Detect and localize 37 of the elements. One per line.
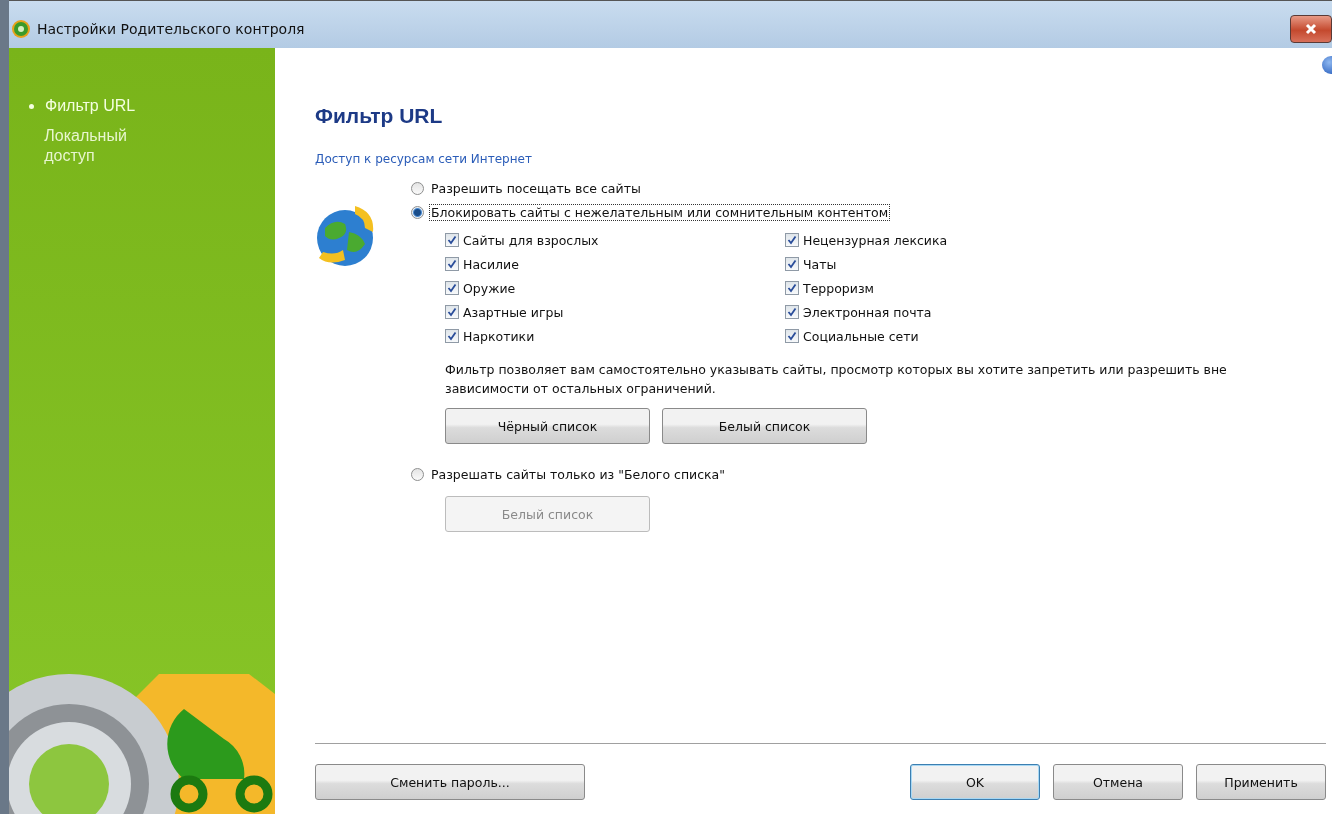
app-logo-icon: [11, 18, 31, 39]
checkmark-icon: [447, 259, 457, 269]
checkmark-icon: [787, 283, 797, 293]
category-checkbox[interactable]: Азартные игры: [445, 300, 785, 324]
category-checkbox[interactable]: Терроризм: [785, 276, 1085, 300]
close-icon: [1305, 23, 1317, 35]
checkmark-icon: [787, 259, 797, 269]
list-button[interactable]: Белый список: [662, 408, 867, 444]
radio-option[interactable]: Блокировать сайты с нежелательным или сомнительным контентом: [411, 200, 1235, 224]
checkmark-icon: [447, 307, 457, 317]
radio-option[interactable]: Разрешать сайты только из "Белого списка": [411, 462, 1235, 486]
category-checkbox[interactable]: Оружие: [445, 276, 785, 300]
page-title: Фильтр URL: [315, 104, 444, 128]
close-button[interactable]: [1290, 15, 1332, 43]
dialog-button[interactable]: OK: [910, 764, 1040, 800]
dialog-button[interactable]: Отмена: [1053, 764, 1183, 800]
checkmark-icon: [787, 307, 797, 317]
checkmark-icon: [787, 235, 797, 245]
category-checkbox[interactable]: Чаты: [785, 252, 1085, 276]
checkmark-icon: [447, 283, 457, 293]
radio-option[interactable]: Разрешить посещать все сайты: [411, 176, 1235, 200]
checkmark-icon: [787, 331, 797, 341]
category-checkbox[interactable]: Насилие: [445, 252, 785, 276]
filter-description: Фильтр позволяет вам самостоятельно указывать сайты, просмотр которых вы хотите запретить или разрешить вне зависимости от остальных ограничений.: [445, 361, 1228, 398]
category-checkbox[interactable]: Электронная почта: [785, 300, 1085, 324]
window-title: Настройки Родительского контроля: [37, 20, 305, 37]
checkmark-icon: [447, 331, 457, 341]
section-label: Доступ к ресурсам сети Интернет: [315, 152, 533, 166]
checkmark-icon: [447, 235, 457, 245]
category-checkbox[interactable]: Социальные сети: [785, 324, 1085, 348]
list-button[interactable]: Чёрный список: [445, 408, 650, 444]
change-password-button[interactable]: Сменить пароль...: [315, 764, 585, 800]
category-checkbox[interactable]: Сайты для взрослых: [445, 228, 785, 252]
category-checkbox[interactable]: Нецензурная лексика: [785, 228, 1085, 252]
category-checkbox[interactable]: Наркотики: [445, 324, 785, 348]
dialog-button[interactable]: Применить: [1196, 764, 1326, 800]
bullet-icon: [29, 103, 34, 109]
